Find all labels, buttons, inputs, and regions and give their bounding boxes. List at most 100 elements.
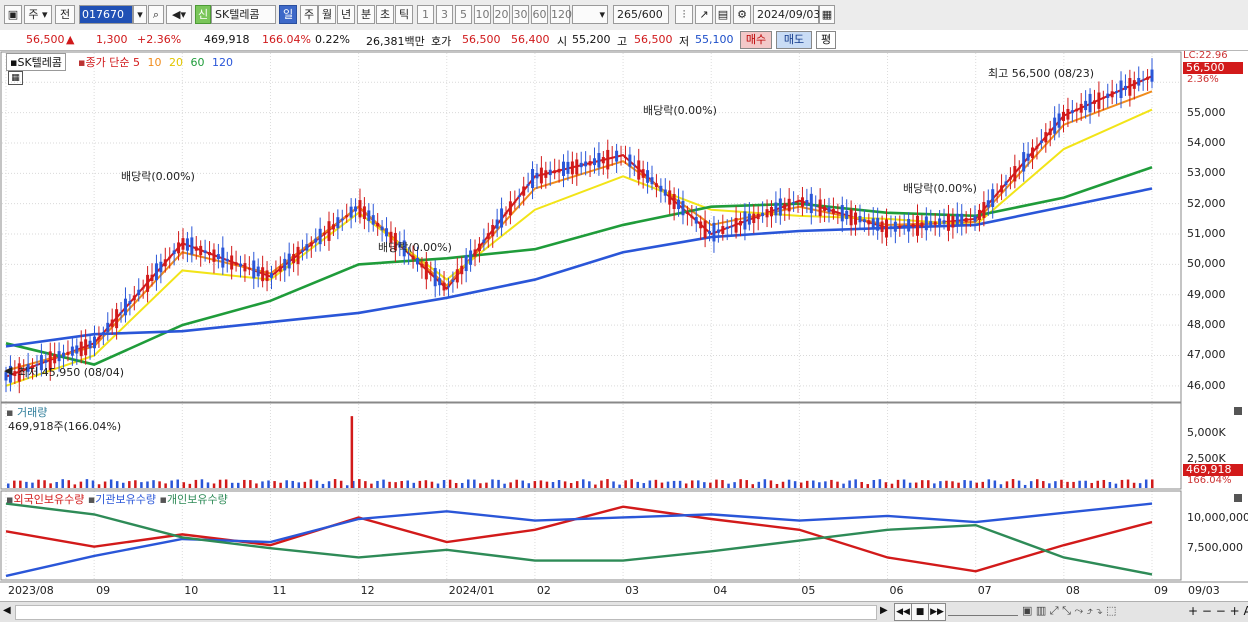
candle-body	[292, 254, 296, 264]
interval-button-30[interactable]: 30	[512, 5, 529, 24]
candle-body	[845, 210, 849, 220]
candle-body	[146, 274, 150, 292]
eval-button[interactable]: 평	[816, 31, 836, 49]
stock-name-field[interactable]: SK텔레콤	[211, 5, 276, 24]
candle-body	[539, 167, 543, 184]
holdings-marker-3: ▪	[159, 493, 167, 506]
chart-svg[interactable]	[0, 51, 1248, 601]
volume-panel-close-icon[interactable]	[1234, 407, 1242, 415]
count-field[interactable]: 265/600	[613, 5, 669, 24]
candle-body	[800, 197, 804, 207]
candle-body	[752, 213, 756, 224]
ma120-label: 120	[211, 56, 233, 69]
volume-bar	[85, 479, 89, 488]
volume-bar	[890, 483, 894, 488]
candle-body	[756, 213, 760, 220]
draw-tool-icon[interactable]: ↗	[695, 5, 713, 24]
candle-body	[787, 198, 791, 212]
interval-custom-select[interactable]: ▾	[572, 5, 608, 24]
volume-bar	[824, 481, 827, 488]
interval-button-5[interactable]: 5	[455, 5, 472, 24]
candle-body	[548, 169, 552, 176]
grid-toggle-icon[interactable]: ▦	[8, 71, 23, 85]
candle-body	[154, 263, 158, 281]
interval-button-1[interactable]: 1	[417, 5, 434, 24]
code-dropdown-icon[interactable]: ▾	[133, 5, 147, 24]
volume-bar	[939, 481, 942, 488]
candle-body	[203, 250, 207, 253]
holdings-panel-close-icon[interactable]	[1234, 494, 1242, 502]
volume-bar	[473, 479, 476, 488]
indicator-icon[interactable]: ⫶	[675, 5, 693, 24]
sell-button[interactable]: 매도	[776, 31, 812, 49]
first-page-icon[interactable]: ◀◀	[894, 603, 912, 621]
volume-bar	[454, 483, 458, 488]
candle-body	[641, 169, 645, 178]
scroll-track[interactable]	[15, 605, 877, 620]
candle-body	[230, 255, 234, 270]
candle-body	[1084, 100, 1088, 111]
scroll-bar: ◀ ▶ ◀◀ ■ ▶▶ ▣ ▥ ⤢ ⤡ ⤳ ⤴ ⤵ ⬚ + − − + A	[0, 601, 1248, 622]
volume-bar	[1011, 479, 1015, 488]
candle-body	[119, 312, 123, 314]
calendar-icon[interactable]: ▦	[819, 5, 835, 24]
period-select[interactable]: 주 ▾	[24, 5, 52, 24]
volume-bar	[527, 483, 531, 488]
prev-button[interactable]: 전	[55, 5, 75, 24]
candle-body	[805, 200, 809, 206]
candle-body	[513, 201, 517, 203]
period-tab-4[interactable]: 분	[357, 5, 375, 24]
period-tab-0[interactable]: 일	[279, 5, 297, 24]
interval-button-60[interactable]: 60	[531, 5, 548, 24]
period-tab-3[interactable]: 년	[337, 5, 355, 24]
zoom-controls[interactable]: + − − + A	[1188, 604, 1248, 618]
last-page-icon[interactable]: ▶▶	[928, 603, 946, 621]
volume-bar	[1035, 479, 1039, 488]
stop-icon[interactable]: ■	[911, 603, 929, 621]
volume-bar	[818, 482, 821, 488]
stock-code-input[interactable]: 017670	[79, 5, 133, 24]
scroll-left-icon[interactable]: ◀	[3, 605, 11, 616]
volume-bar	[551, 482, 555, 488]
scroll-right-icon[interactable]: ▶	[880, 605, 888, 616]
candle-body	[66, 351, 70, 355]
buy-button[interactable]: 매수	[740, 31, 772, 49]
zoom-slider[interactable]	[948, 607, 1018, 616]
period-tab-2[interactable]: 월	[318, 5, 336, 24]
candle-body	[531, 168, 535, 189]
volume-bar	[303, 481, 307, 488]
price-panel-title-box[interactable]: ▪SK텔레콤	[6, 53, 67, 71]
period-tab-6[interactable]: 틱	[395, 5, 413, 24]
volume-bar	[79, 481, 83, 488]
candle-body	[305, 244, 309, 251]
candle-body	[1106, 93, 1110, 98]
volume-bar	[872, 479, 876, 488]
volume-spike-bar	[350, 416, 354, 488]
search-icon[interactable]: ⌕	[148, 5, 164, 24]
interval-button-3[interactable]: 3	[436, 5, 453, 24]
interval-button-120[interactable]: 120	[550, 5, 572, 24]
candle-body	[628, 154, 632, 167]
period-tab-1[interactable]: 주	[300, 5, 318, 24]
interval-button-20[interactable]: 20	[493, 5, 510, 24]
candle-body	[584, 161, 588, 167]
volume-bar	[612, 481, 615, 488]
interval-button-10[interactable]: 10	[474, 5, 491, 24]
volume-bar	[1151, 479, 1154, 488]
volume-bar	[993, 480, 997, 488]
tool-icons[interactable]: ▣ ▥ ⤢ ⤡ ⤳ ⤴ ⤵ ⬚	[1022, 604, 1116, 618]
save-icon[interactable]: ▤	[715, 5, 731, 24]
gear-icon[interactable]: ⚙	[733, 5, 751, 24]
candle-body	[907, 218, 911, 232]
volume-bar	[539, 480, 543, 488]
x-axis-label: 06	[889, 584, 904, 597]
candle-body	[1146, 76, 1150, 80]
volume-bar	[1102, 479, 1106, 488]
window-menu-icon[interactable]: ▣	[4, 5, 22, 24]
candle-body	[327, 221, 331, 241]
period-tab-5[interactable]: 초	[376, 5, 394, 24]
date-field[interactable]: 2024/09/03	[753, 5, 820, 24]
sound-icon[interactable]: ◀▾	[166, 5, 192, 24]
candle-body	[712, 222, 716, 242]
